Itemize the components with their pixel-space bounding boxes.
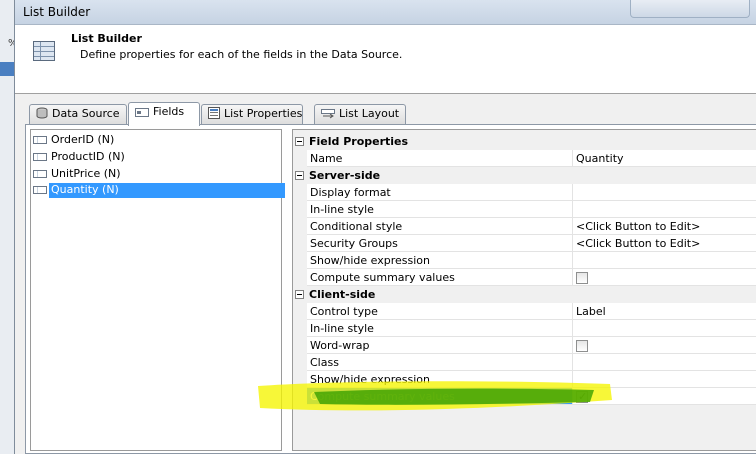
- header-title: List Builder: [71, 32, 142, 45]
- tab-label: List Properties: [224, 107, 303, 120]
- client-compute-summary-checkbox[interactable]: [576, 389, 588, 404]
- category-label: Field Properties: [309, 135, 409, 148]
- collapse-icon[interactable]: [295, 137, 304, 146]
- property-display-format[interactable]: Display format: [293, 184, 756, 201]
- property-label: Security Groups: [307, 235, 573, 252]
- property-server-show-hide[interactable]: Show/hide expression: [293, 252, 756, 269]
- field-label: Quantity (N): [49, 183, 285, 198]
- category-field-properties[interactable]: Field Properties: [293, 133, 756, 150]
- list-builder-icon: [33, 41, 55, 61]
- property-label: Class: [307, 354, 573, 371]
- property-label: Name: [307, 150, 573, 167]
- field-item-quantity[interactable]: Quantity (N): [31, 182, 285, 198]
- property-label: In-line style: [307, 201, 573, 218]
- category-client-side[interactable]: Client-side: [293, 286, 756, 303]
- tab-fields[interactable]: Fields: [128, 102, 200, 126]
- property-value-conditional-style[interactable]: <Click Button to Edit>: [573, 218, 756, 235]
- property-conditional-style[interactable]: Conditional style <Click Button to Edit>: [293, 218, 756, 235]
- property-word-wrap[interactable]: Word-wrap: [293, 337, 756, 354]
- property-value-client-inline-style[interactable]: [573, 320, 756, 337]
- collapse-icon[interactable]: [295, 290, 304, 299]
- tab-list-properties[interactable]: List Properties: [201, 104, 303, 125]
- property-value-server-compute-summary: [573, 269, 756, 286]
- property-security-groups[interactable]: Security Groups <Click Button to Edit>: [293, 235, 756, 252]
- background-window-selection: [0, 62, 14, 76]
- category-server-side[interactable]: Server-side: [293, 167, 756, 184]
- property-value-client-compute-summary: [573, 388, 756, 405]
- title-bar[interactable]: List Builder: [15, 0, 756, 25]
- field-label: OrderID (N): [51, 133, 115, 146]
- property-label: Display format: [307, 184, 573, 201]
- property-label: Compute summary values: [307, 388, 573, 405]
- category-label: Server-side: [309, 169, 381, 182]
- property-value-class[interactable]: [573, 354, 756, 371]
- category-label: Client-side: [309, 288, 376, 301]
- field-item-unitprice[interactable]: UnitPrice (N): [31, 166, 281, 182]
- property-value-server-inline-style[interactable]: [573, 201, 756, 218]
- window-controls[interactable]: [630, 0, 750, 18]
- database-icon: [36, 107, 48, 119]
- property-value-client-show-hide[interactable]: [573, 371, 756, 388]
- field-icon: [33, 170, 47, 178]
- field-item-orderid[interactable]: OrderID (N): [31, 132, 281, 148]
- property-value-server-show-hide[interactable]: [573, 252, 756, 269]
- field-icon: [33, 136, 47, 144]
- property-label: Compute summary values: [307, 269, 573, 286]
- property-label: Show/hide expression: [307, 252, 573, 269]
- property-label: Conditional style: [307, 218, 573, 235]
- property-client-inline-style[interactable]: In-line style: [293, 320, 756, 337]
- property-value-display-format[interactable]: [573, 184, 756, 201]
- field-list[interactable]: OrderID (N) ProductID (N) UnitPrice (N) …: [30, 129, 285, 451]
- properties-icon: [208, 107, 220, 119]
- tab-label: Data Source: [52, 107, 120, 120]
- property-value-control-type[interactable]: Label: [573, 303, 756, 320]
- property-value-security-groups[interactable]: <Click Button to Edit>: [573, 235, 756, 252]
- property-server-compute-summary[interactable]: Compute summary values: [293, 269, 756, 286]
- field-icon: [33, 153, 47, 161]
- server-compute-summary-checkbox[interactable]: [576, 272, 588, 284]
- fields-tab-panel: OrderID (N) ProductID (N) UnitPrice (N) …: [25, 124, 756, 454]
- property-client-compute-summary[interactable]: Compute summary values: [293, 388, 756, 405]
- property-value-name[interactable]: Quantity: [573, 150, 756, 167]
- tab-label: List Layout: [339, 107, 400, 120]
- property-label: In-line style: [307, 320, 573, 337]
- word-wrap-checkbox[interactable]: [576, 340, 588, 352]
- property-class[interactable]: Class: [293, 354, 756, 371]
- property-label: Word-wrap: [307, 337, 573, 354]
- property-server-inline-style[interactable]: In-line style: [293, 201, 756, 218]
- tab-list-layout[interactable]: List Layout: [314, 104, 406, 125]
- field-icon: [135, 108, 149, 117]
- property-name[interactable]: Name Quantity: [293, 150, 756, 167]
- property-control-type[interactable]: Control type Label: [293, 303, 756, 320]
- header-description: Define properties for each of the fields…: [80, 48, 403, 61]
- property-grid[interactable]: Field Properties Name Quantity Server-si…: [292, 129, 756, 451]
- property-label: Show/hide expression: [307, 371, 573, 388]
- field-label: ProductID (N): [51, 150, 125, 163]
- property-value-word-wrap: [573, 337, 756, 354]
- field-item-productid[interactable]: ProductID (N): [31, 149, 281, 165]
- property-client-show-hide[interactable]: Show/hide expression: [293, 371, 756, 388]
- window-title: List Builder: [23, 5, 91, 19]
- dialog-header: List Builder Define properties for each …: [15, 25, 756, 94]
- list-builder-window: List Builder List Builder Define propert…: [14, 0, 756, 454]
- field-icon: [33, 186, 47, 194]
- field-label: UnitPrice (N): [51, 167, 121, 180]
- collapse-icon[interactable]: [295, 171, 304, 180]
- property-label: Control type: [307, 303, 573, 320]
- tab-data-source[interactable]: Data Source: [29, 104, 127, 125]
- layout-icon: [321, 109, 335, 119]
- tab-label: Fields: [153, 105, 185, 118]
